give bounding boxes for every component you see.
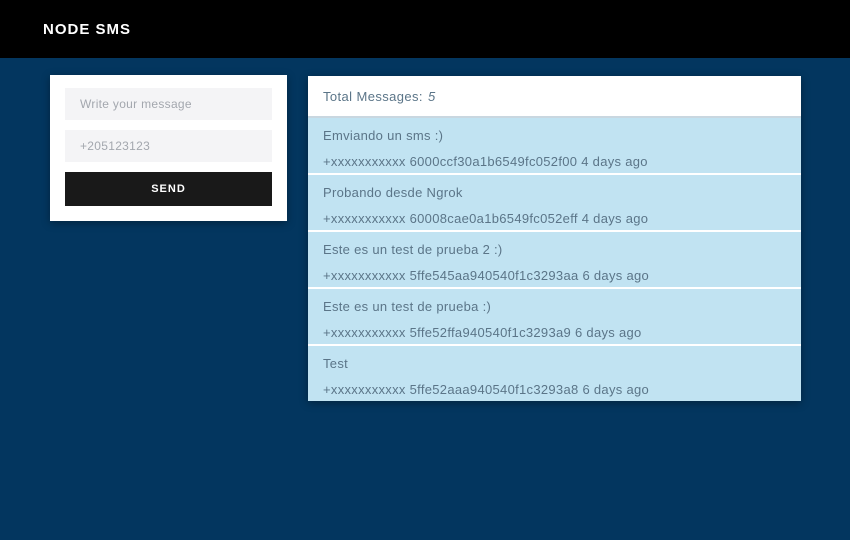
- message-meta: +xxxxxxxxxxx 5ffe545aa940540f1c3293aa 6 …: [323, 269, 786, 283]
- app-title: NODE SMS: [43, 21, 131, 38]
- app-header: NODE SMS: [0, 0, 850, 58]
- message-id: 6000ccf30a1b6549fc052f00: [410, 154, 578, 169]
- message-meta: +xxxxxxxxxxx 5ffe52aaa940540f1c3293a8 6 …: [323, 383, 786, 397]
- compose-card: SEND: [50, 75, 287, 221]
- message-phone: +xxxxxxxxxxx: [323, 268, 406, 283]
- message-phone: +xxxxxxxxxxx: [323, 211, 406, 226]
- message-phone: +xxxxxxxxxxx: [323, 382, 406, 397]
- message-text: Este es un test de prueba 2 :): [323, 243, 786, 257]
- message-text: Probando desde Ngrok: [323, 186, 786, 200]
- message-meta: +xxxxxxxxxxx 60008cae0a1b6549fc052eff 4 …: [323, 212, 786, 226]
- message-input[interactable]: [65, 88, 272, 120]
- message-phone: +xxxxxxxxxxx: [323, 154, 406, 169]
- message-id: 5ffe52aaa940540f1c3293a8: [410, 382, 579, 397]
- message-row: Emviando un sms :) +xxxxxxxxxxx 6000ccf3…: [308, 118, 801, 173]
- total-messages-header: Total Messages: 5: [308, 76, 801, 118]
- message-id: 5ffe52ffa940540f1c3293a9: [410, 325, 571, 340]
- total-messages-label: Total Messages:: [323, 89, 423, 104]
- total-messages-count: 5: [428, 89, 436, 104]
- phone-input[interactable]: [65, 130, 272, 162]
- messages-panel: Total Messages: 5 Emviando un sms :) +xx…: [308, 76, 801, 401]
- send-button[interactable]: SEND: [65, 172, 272, 206]
- message-id: 5ffe545aa940540f1c3293aa: [410, 268, 579, 283]
- message-row: Este es un test de prueba 2 :) +xxxxxxxx…: [308, 232, 801, 287]
- message-list: Emviando un sms :) +xxxxxxxxxxx 6000ccf3…: [308, 118, 801, 401]
- message-text: Este es un test de prueba :): [323, 300, 786, 314]
- message-text: Test: [323, 357, 786, 371]
- message-time: 4 days ago: [582, 211, 649, 226]
- message-meta: +xxxxxxxxxxx 6000ccf30a1b6549fc052f00 4 …: [323, 155, 786, 169]
- message-time: 6 days ago: [582, 382, 649, 397]
- message-id: 60008cae0a1b6549fc052eff: [410, 211, 578, 226]
- message-time: 4 days ago: [581, 154, 648, 169]
- message-text: Emviando un sms :): [323, 129, 786, 143]
- message-meta: +xxxxxxxxxxx 5ffe52ffa940540f1c3293a9 6 …: [323, 326, 786, 340]
- message-time: 6 days ago: [582, 268, 649, 283]
- message-time: 6 days ago: [575, 325, 642, 340]
- message-row: Probando desde Ngrok +xxxxxxxxxxx 60008c…: [308, 175, 801, 230]
- message-row: Test +xxxxxxxxxxx 5ffe52aaa940540f1c3293…: [308, 346, 801, 401]
- message-row: Este es un test de prueba :) +xxxxxxxxxx…: [308, 289, 801, 344]
- message-phone: +xxxxxxxxxxx: [323, 325, 406, 340]
